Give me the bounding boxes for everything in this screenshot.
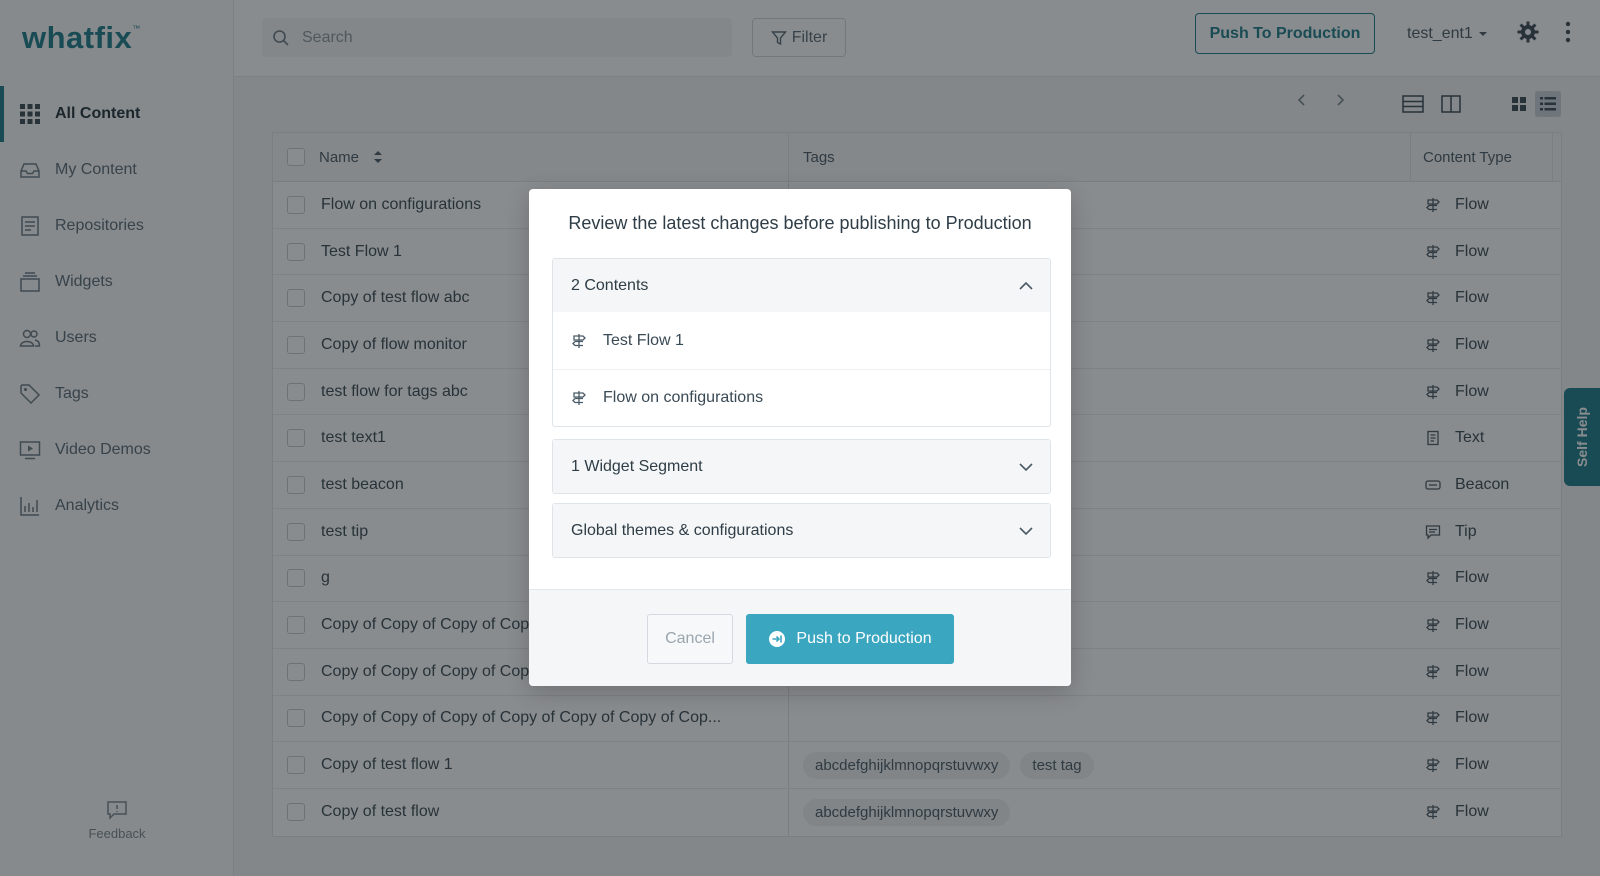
chevron-down-icon [1019,526,1033,535]
contents-section: 2 Contents Test Flow 1 Flow on configura… [552,258,1051,427]
global-themes-section-header[interactable]: Global themes & configurations [553,504,1050,557]
modal-title: Review the latest changes before publish… [568,213,1032,233]
section-label: 1 Widget Segment [571,457,703,475]
widget-segment-section: 1 Widget Segment [552,439,1051,494]
cancel-button[interactable]: Cancel [647,614,733,664]
section-label: 2 Contents [571,276,649,294]
push-to-production-confirm-button[interactable]: Push to Production [746,614,954,664]
flow-icon [572,333,586,348]
section-label: Global themes & configurations [571,521,794,539]
push-button-label: Push to Production [796,630,932,647]
content-item-label: Test Flow 1 [603,331,684,349]
chevron-down-icon [1019,462,1033,471]
widget-segment-section-header[interactable]: 1 Widget Segment [553,440,1050,493]
publish-review-modal: Review the latest changes before publish… [529,189,1071,686]
content-list-item: Flow on configurations [553,369,1050,426]
global-themes-section: Global themes & configurations [552,503,1051,558]
content-item-label: Flow on configurations [603,389,764,406]
modal-footer: Cancel Push to Production [529,589,1071,686]
publish-icon [769,631,786,647]
flow-icon [572,391,586,405]
contents-section-header[interactable]: 2 Contents [553,259,1050,312]
content-list-item: Test Flow 1 [553,312,1050,369]
chevron-up-icon [1019,281,1033,290]
